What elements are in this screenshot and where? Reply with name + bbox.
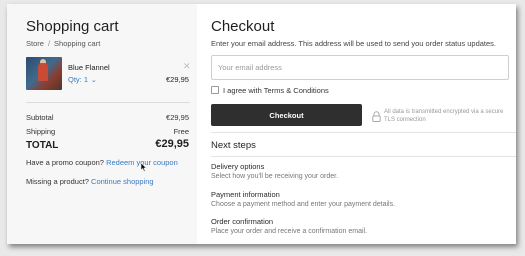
lock-icon	[372, 111, 381, 122]
email-input[interactable]	[211, 55, 509, 80]
breadcrumb-separator: /	[47, 39, 51, 48]
subtotal-value: €29,95	[166, 113, 189, 122]
breadcrumb-store-link[interactable]: Store	[26, 39, 44, 48]
product-name[interactable]: Blue Flannel	[68, 63, 110, 72]
cart-panel: Shopping cart Store / Shopping cart Blue F…	[7, 4, 197, 244]
shipping-label: Shipping	[26, 127, 56, 136]
chevron-down-icon: ⌄	[91, 77, 97, 84]
product-price: €29,95	[166, 75, 189, 84]
email-hint: Enter your email address. This address w…	[211, 39, 497, 48]
shipping-value: Free	[173, 127, 189, 136]
subtotal-label: Subtotal	[26, 113, 54, 122]
cart-title: Shopping cart	[26, 18, 119, 35]
missing-question: Missing a product?	[26, 177, 89, 186]
pointer-cursor-icon	[141, 163, 147, 172]
promo-question: Have a promo coupon?	[26, 158, 104, 167]
continue-shopping-link[interactable]: Continue shopping	[91, 177, 154, 186]
product-thumbnail[interactable]	[26, 57, 62, 90]
checkout-title: Checkout	[211, 18, 275, 35]
missing-product-text: Missing a product? Continue shopping	[26, 177, 154, 186]
breadcrumb: Store / Shopping cart	[26, 39, 100, 48]
remove-icon[interactable]: ✕	[183, 61, 191, 72]
breadcrumb-current: Shopping cart	[54, 39, 101, 48]
divider	[211, 132, 516, 133]
step-desc-payment: Choose a payment method and enter your p…	[211, 201, 396, 208]
total-label: TOTAL	[26, 140, 59, 151]
checkout-card: Shopping cart Store / Shopping cart Blue F…	[7, 4, 516, 244]
quantity-label: Qty: 1	[68, 75, 89, 84]
step-desc-delivery: Select how you'll be receiving your orde…	[211, 173, 339, 180]
secure-note: All data is transmitted encrypted via a …	[384, 109, 504, 123]
next-steps-title: Next steps	[211, 140, 256, 151]
checkout-panel: Checkout Enter your email address. This …	[197, 4, 516, 244]
terms-label[interactable]: I agree with Terms & Conditions	[223, 86, 329, 95]
step-title-confirmation: Order confirmation	[211, 217, 274, 226]
step-desc-confirmation: Place your order and receive a confirmat…	[211, 228, 368, 235]
checkout-button[interactable]: Checkout	[211, 104, 362, 126]
step-title-payment: Payment information	[211, 190, 280, 199]
terms-checkbox[interactable]	[211, 86, 219, 94]
promo-text: Have a promo coupon? Redeem your coupon	[26, 158, 178, 167]
divider	[26, 102, 190, 103]
quantity-select[interactable]: Qty: 1 ⌄	[68, 75, 97, 84]
total-value: €29,95	[155, 138, 189, 150]
step-title-delivery: Delivery options	[211, 162, 265, 171]
divider	[211, 156, 516, 157]
